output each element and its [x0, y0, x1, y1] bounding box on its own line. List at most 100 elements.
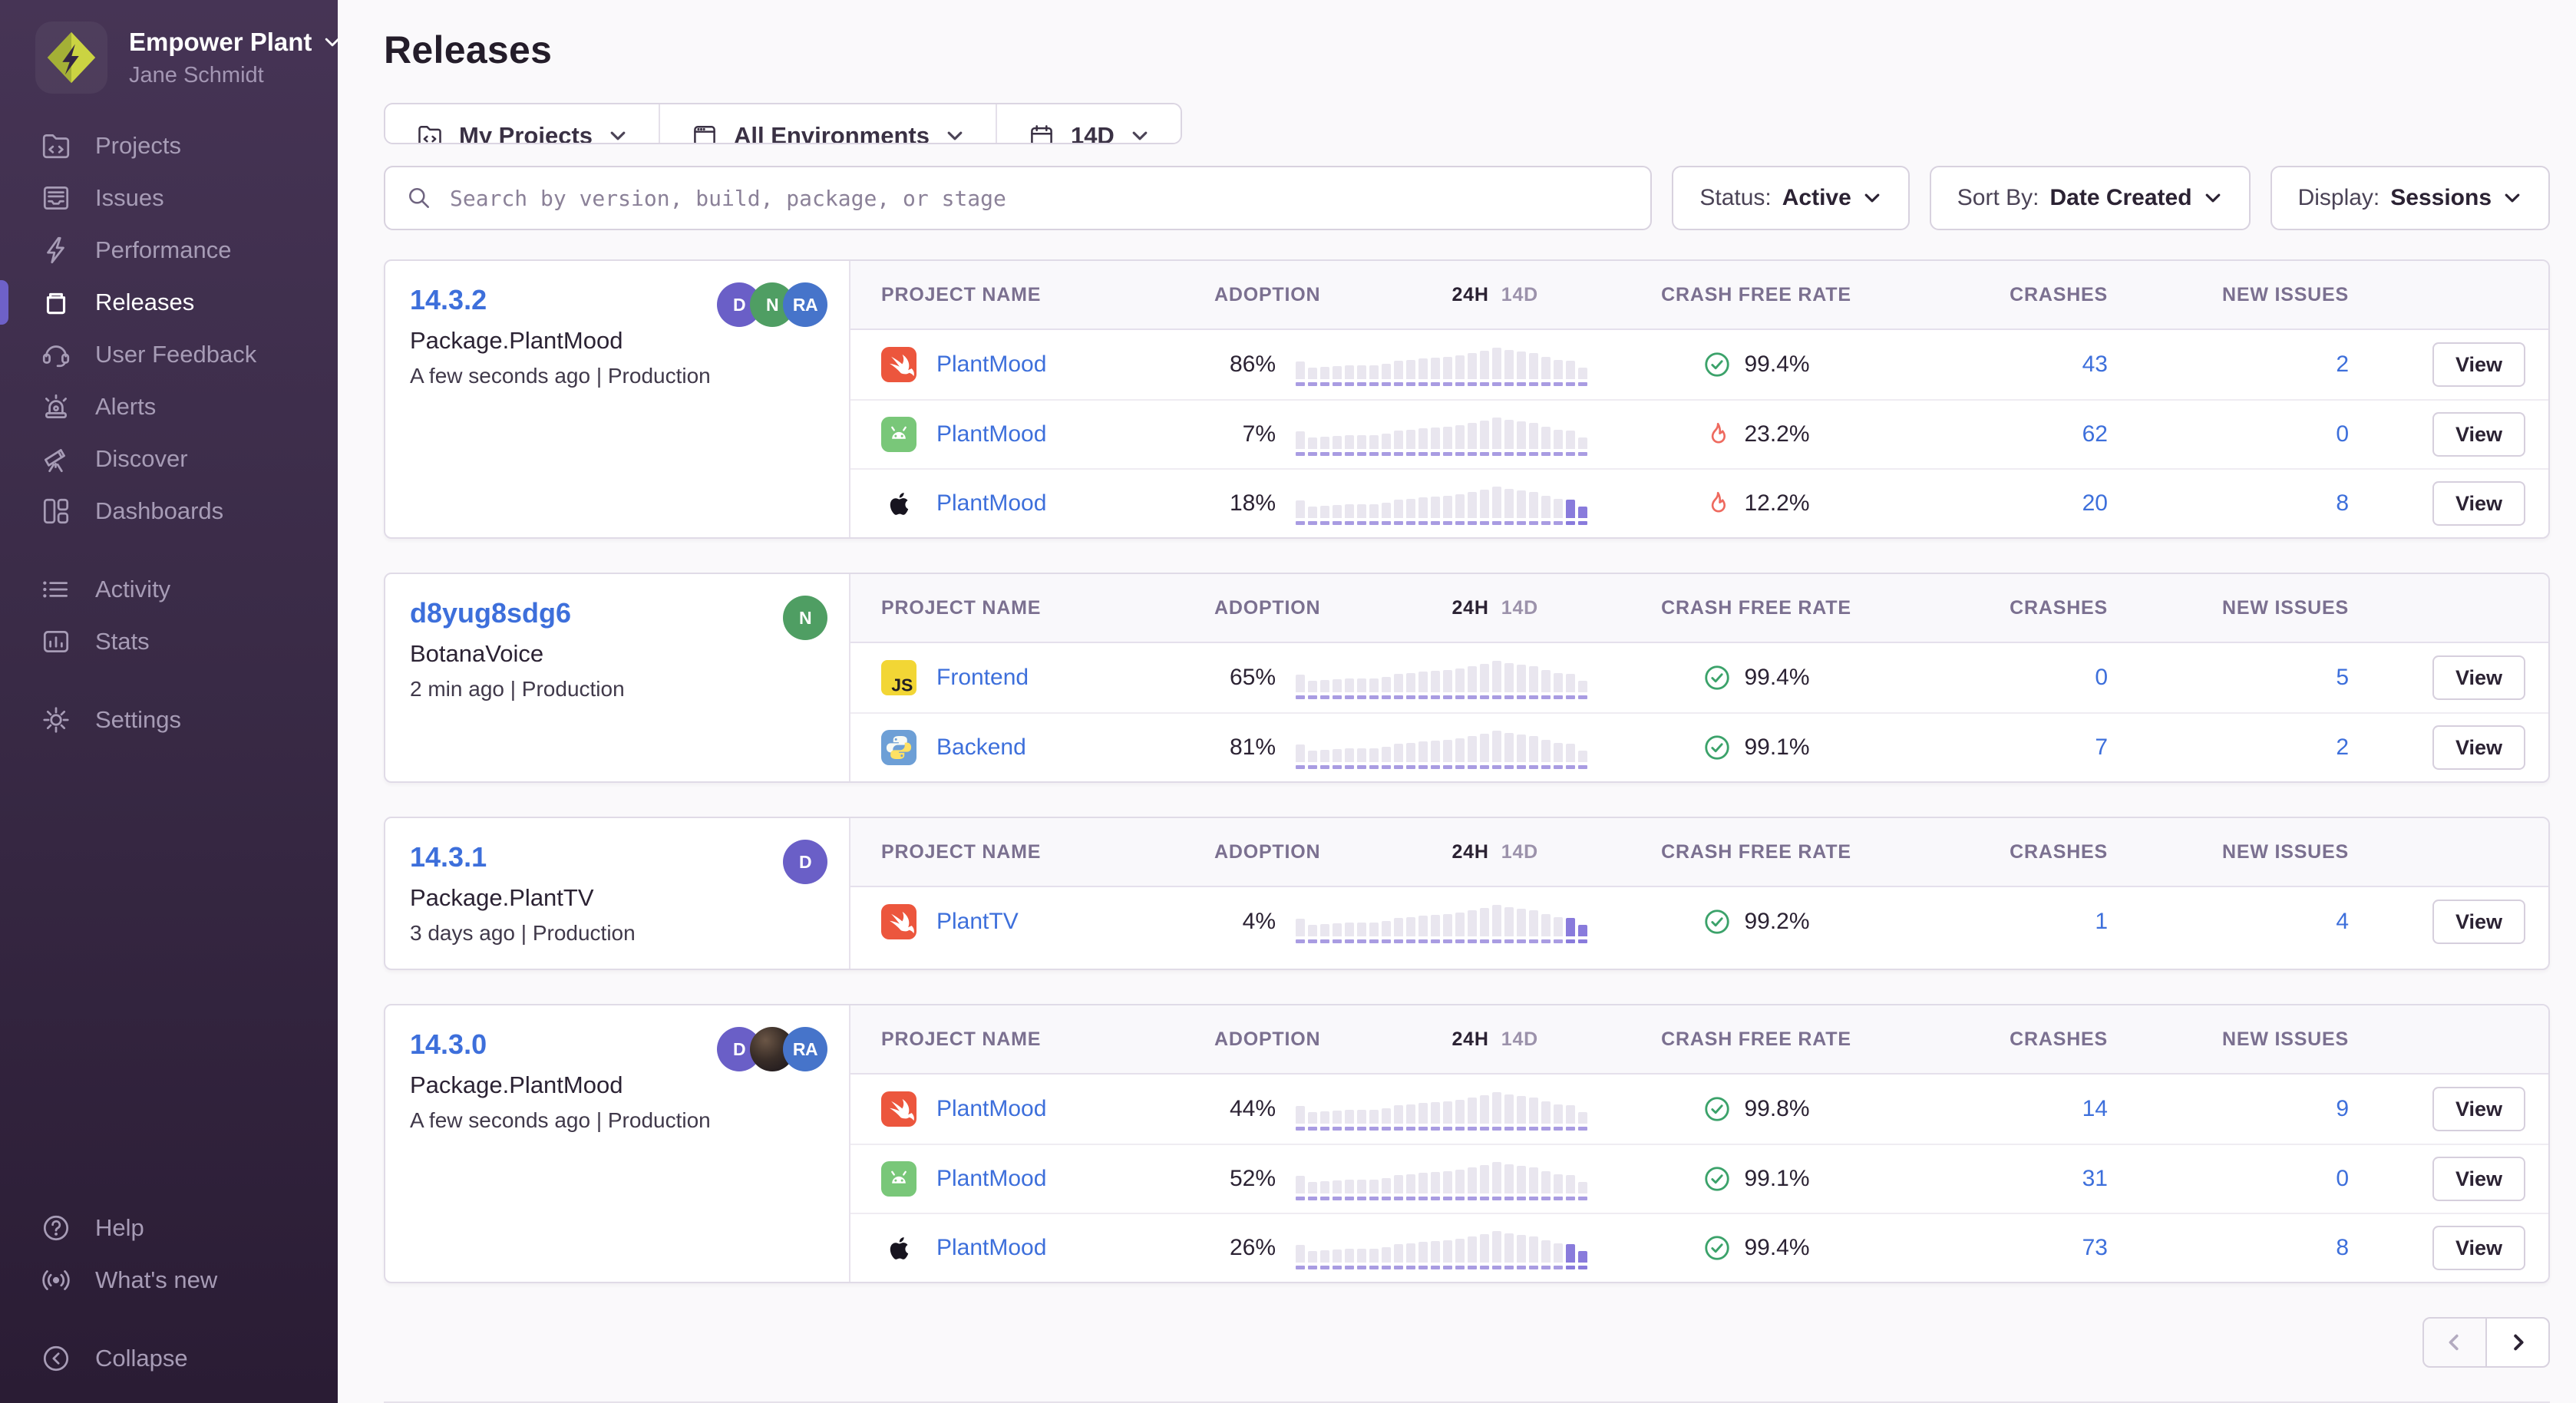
crashes-link[interactable]: 73	[2082, 1235, 2108, 1260]
sidebar-item-activity[interactable]: Activity	[0, 563, 338, 616]
view-button[interactable]: View	[2432, 342, 2525, 387]
new-issues-link[interactable]: 2	[2336, 735, 2349, 760]
sidebar-item-collapse[interactable]: Collapse	[0, 1332, 338, 1385]
org-switcher[interactable]: Empower Plant Jane Schmidt	[0, 0, 338, 94]
crashes-link[interactable]: 7	[2095, 735, 2108, 760]
collapse-icon	[40, 1342, 72, 1375]
release-version-link[interactable]: 14.3.0	[410, 1028, 487, 1061]
new-issues-link[interactable]: 8	[2336, 1235, 2349, 1260]
view-button[interactable]: View	[2432, 412, 2525, 457]
crash-free-rate-value: 99.8%	[1595, 1094, 1917, 1124]
search-input[interactable]	[450, 186, 1630, 211]
crashes-link[interactable]: 31	[2082, 1166, 2108, 1191]
new-issues-link[interactable]: 4	[2336, 909, 2349, 934]
pagination	[384, 1317, 2550, 1368]
environments-filter-button[interactable]: All Environments	[660, 104, 997, 144]
apple-icon	[881, 486, 916, 521]
view-button[interactable]: View	[2432, 481, 2525, 526]
view-button[interactable]: View	[2432, 655, 2525, 700]
new-issues-link[interactable]: 0	[2336, 1166, 2349, 1191]
release-project-row: PlantMood52%99.1%310View	[850, 1144, 2548, 1213]
crash-free-rate-value: 99.4%	[1595, 1233, 1917, 1263]
projects-filter-button[interactable]: My Projects	[385, 104, 660, 144]
performance-icon	[40, 234, 72, 266]
release-version-link[interactable]: 14.3.2	[410, 284, 487, 316]
date-range-filter-button[interactable]: 14D	[997, 104, 1181, 144]
new-issues-link[interactable]: 5	[2336, 665, 2349, 690]
adoption-value: 4%	[1196, 909, 1276, 935]
project-link[interactable]: Backend	[936, 735, 1026, 761]
page-filter-bar: My Projects All Environments 14D	[384, 103, 1182, 144]
previous-page-button[interactable]	[2422, 1317, 2487, 1368]
search-toolbar: Status: Active Sort By: Date Created Dis…	[384, 166, 2550, 230]
toggle-24h[interactable]: 24H	[1451, 1028, 1488, 1051]
sidebar-item-issues[interactable]: Issues	[0, 172, 338, 224]
col-project-name: PROJECT NAME	[850, 284, 1196, 306]
sidebar-item-releases[interactable]: Releases	[0, 276, 338, 328]
crashes-link[interactable]: 14	[2082, 1096, 2108, 1121]
toggle-14d[interactable]: 14D	[1501, 597, 1538, 619]
releases-list: 14.3.2Package.PlantMoodA few seconds ago…	[384, 259, 2550, 1283]
release-version-link[interactable]: d8yug8sdg6	[410, 597, 571, 629]
view-button[interactable]: View	[2432, 1226, 2525, 1270]
sidebar-item-dashboards[interactable]: Dashboards	[0, 485, 338, 537]
project-link[interactable]: Frontend	[936, 665, 1029, 691]
toggle-24h[interactable]: 24H	[1451, 841, 1488, 863]
crashes-link[interactable]: 1	[2095, 909, 2108, 934]
org-logo-icon	[35, 21, 107, 94]
sort-by-button[interactable]: Sort By: Date Created	[1930, 166, 2251, 230]
table-header-row: PROJECT NAMEADOPTION24H14DCRASH FREE RAT…	[850, 261, 2548, 330]
crashes-link[interactable]: 0	[2095, 665, 2108, 690]
view-button[interactable]: View	[2432, 725, 2525, 770]
sidebar-item-discover[interactable]: Discover	[0, 433, 338, 485]
toggle-14d[interactable]: 14D	[1501, 284, 1538, 306]
adoption-value: 65%	[1196, 665, 1276, 691]
avatar: D	[783, 840, 827, 884]
new-issues-link[interactable]: 0	[2336, 421, 2349, 447]
adoption-value: 81%	[1196, 735, 1276, 761]
display-button[interactable]: Display: Sessions	[2271, 166, 2550, 230]
broadcast-icon	[40, 1264, 72, 1296]
release-table: PROJECT NAMEADOPTION24H14DCRASH FREE RAT…	[850, 574, 2548, 781]
release-summary: 14.3.0Package.PlantMoodA few seconds ago…	[385, 1005, 850, 1282]
project-link[interactable]: PlantMood	[936, 1235, 1046, 1261]
project-link[interactable]: PlantMood	[936, 1096, 1046, 1122]
org-name: Empower Plant	[129, 28, 342, 57]
project-link[interactable]: PlantMood	[936, 421, 1046, 447]
view-button[interactable]: View	[2432, 1087, 2525, 1131]
sidebar-item-settings[interactable]: Settings	[0, 694, 338, 746]
crash-free-rate-value: 99.2%	[1595, 907, 1917, 936]
sidebar-item-performance[interactable]: Performance	[0, 224, 338, 276]
sidebar-item-alerts[interactable]: Alerts	[0, 381, 338, 433]
sidebar-item-stats[interactable]: Stats	[0, 616, 338, 668]
sidebar-item-help[interactable]: Help	[0, 1202, 338, 1254]
new-issues-link[interactable]: 8	[2336, 490, 2349, 516]
sidebar-item-projects[interactable]: Projects	[0, 120, 338, 172]
project-link[interactable]: PlantMood	[936, 490, 1046, 517]
new-issues-link[interactable]: 9	[2336, 1096, 2349, 1121]
project-link[interactable]: PlantTV	[936, 909, 1019, 935]
status-filter-button[interactable]: Status: Active	[1672, 166, 1909, 230]
toggle-14d[interactable]: 14D	[1501, 1028, 1538, 1051]
sidebar-item-whats-new[interactable]: What's new	[0, 1254, 338, 1306]
toggle-24h[interactable]: 24H	[1451, 284, 1488, 306]
col-new-issues: NEW ISSUES	[2148, 841, 2393, 863]
new-issues-link[interactable]: 2	[2336, 352, 2349, 377]
crashes-link[interactable]: 20	[2082, 490, 2108, 516]
project-link[interactable]: PlantMood	[936, 1166, 1046, 1192]
release-version-link[interactable]: 14.3.1	[410, 841, 487, 873]
toggle-14d[interactable]: 14D	[1501, 841, 1538, 863]
view-button[interactable]: View	[2432, 900, 2525, 944]
view-button[interactable]: View	[2432, 1157, 2525, 1201]
releases-icon	[40, 286, 72, 319]
sidebar-item-user-feedback[interactable]: User Feedback	[0, 328, 338, 381]
crashes-link[interactable]: 43	[2082, 352, 2108, 377]
next-page-button[interactable]	[2485, 1317, 2550, 1368]
sidebar: Empower Plant Jane Schmidt Projects Issu…	[0, 0, 338, 1403]
col-crash-free-rate: CRASH FREE RATE	[1595, 841, 1917, 863]
release-card: 14.3.2Package.PlantMoodA few seconds ago…	[384, 259, 2550, 539]
col-crashes: CRASHES	[1917, 597, 2148, 619]
project-link[interactable]: PlantMood	[936, 352, 1046, 378]
toggle-24h[interactable]: 24H	[1451, 597, 1488, 619]
crashes-link[interactable]: 62	[2082, 421, 2108, 447]
